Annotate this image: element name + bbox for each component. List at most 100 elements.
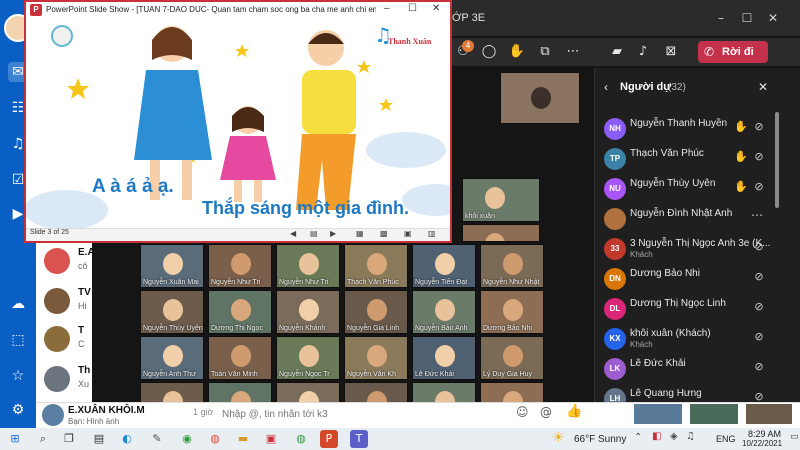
video-tile[interactable]: Nguyễn Thúy Uyên	[140, 290, 204, 334]
back-icon[interactable]: ‹	[604, 80, 608, 94]
edge-icon[interactable]: ◐	[118, 430, 136, 448]
more-options-icon[interactable]: ⋯	[748, 208, 766, 222]
chat-list-item[interactable]: TV Hi	[40, 284, 91, 320]
message-input[interactable]	[222, 404, 502, 424]
video-tile[interactable]: Nguyễn Như Nhật	[480, 244, 544, 288]
chat-list-item[interactable]: E.A cô	[40, 244, 95, 280]
leave-button[interactable]: ✆ Rời đi	[698, 41, 768, 63]
screenshot-icon[interactable]: ⬚	[8, 330, 28, 350]
camera-icon[interactable]: ▰	[606, 42, 628, 62]
video-tile-caption: khôi xuân	[465, 213, 495, 220]
video-tile[interactable]: Nguyễn Gia Linh	[344, 290, 408, 334]
next-slide-icon[interactable]: ▶	[330, 229, 336, 238]
video-tile[interactable]: Toàn Văn Minh	[208, 336, 272, 380]
video-tile[interactable]: Nguyễn Như Tri	[276, 244, 340, 288]
tray-chevron-icon[interactable]: ⌃	[634, 432, 642, 443]
chat-name[interactable]: E.XUÂN KHÔI.M	[68, 405, 145, 416]
widgets-icon[interactable]: ▤	[90, 430, 108, 448]
participant-row[interactable]: DN Dương Bảo Nhi ⊘	[600, 266, 778, 294]
participant-row[interactable]: DL Dương Thị Ngọc Linh ⊘	[600, 296, 778, 324]
video-tile[interactable]	[462, 224, 540, 242]
thumbnail[interactable]	[634, 404, 682, 424]
minimize-icon[interactable]: –	[712, 10, 730, 26]
cloud-icon[interactable]: ☁	[8, 294, 28, 314]
close-panel-icon[interactable]: ✕	[758, 80, 768, 94]
chrome-icon[interactable]: ◍	[206, 430, 224, 448]
powerpoint-taskbar-icon[interactable]: P	[320, 430, 338, 448]
participant-row[interactable]: Nguyễn Đình Nhật Anh ⋯	[600, 206, 778, 234]
clock-time[interactable]: 8:29 AM	[748, 429, 781, 439]
participant-row[interactable]: NH Nguyễn Thanh Huyền ✋ ⊘	[600, 116, 778, 144]
participant-row[interactable]: NU Nguyễn Thùy Uyên ✋ ⊘	[600, 176, 778, 204]
video-tile[interactable]: Nguyễn Bảo Anh	[412, 290, 476, 334]
normal-view-icon[interactable]: ▦	[356, 229, 364, 238]
app-icon[interactable]: ◉	[178, 430, 196, 448]
share-screen-icon[interactable]: ⊠	[660, 42, 682, 62]
video-tile[interactable]: Thạch Văn Phúc	[344, 244, 408, 288]
participant-name: Dương Bảo Nhi	[630, 268, 700, 279]
video-tile[interactable]: Nguyễn Xuân Mai	[140, 244, 204, 288]
participants-scrollbar[interactable]	[782, 68, 800, 404]
menu-icon[interactable]: ▤	[310, 229, 318, 238]
participant-row[interactable]: LK Lê Đức Khải ⊘	[600, 356, 778, 384]
star-icon[interactable]: ☆	[8, 366, 28, 386]
video-tile[interactable]: Nguyễn Như Tri	[208, 244, 272, 288]
chrome-icon[interactable]: ◍	[292, 430, 310, 448]
video-tile[interactable]: Nguyễn Ngọc Tr	[276, 336, 340, 380]
slideshow-icon[interactable]: ▥	[428, 229, 436, 238]
video-tile[interactable]: Lý Duy Gia Huy	[480, 336, 544, 380]
start-icon[interactable]: ⊞	[6, 430, 24, 448]
video-tile[interactable]: Nguyễn Anh Thư	[140, 336, 204, 380]
participant-row[interactable]: 33 3 Nguyễn Thị Ngọc Anh 3e (K... Khách ⊘	[600, 236, 778, 264]
ppt-close-icon[interactable]: ✕	[432, 3, 440, 14]
video-tile[interactable]: Nguyễn Văn Kh	[344, 336, 408, 380]
video-tile-caption: Lê Đức Khải	[415, 371, 454, 378]
clock-date[interactable]: 10/22/2021	[742, 439, 782, 448]
speaker-icon[interactable]: ♫	[686, 431, 695, 442]
network-icon[interactable]: ◈	[670, 431, 678, 442]
file-explorer-icon[interactable]: ▬	[234, 430, 252, 448]
video-tile[interactable]: Lê Đức Khải	[412, 336, 476, 380]
participant-row[interactable]: KX khôi xuân (Khách) Khách ⊘	[600, 326, 778, 354]
view-icon[interactable]: ⧉	[534, 42, 556, 62]
thumbnail[interactable]	[746, 404, 792, 424]
chat-list-item[interactable]: Th Xu	[40, 362, 90, 398]
slide-sorter-icon[interactable]: ▩	[380, 229, 388, 238]
emoji-icon[interactable]: ☺	[516, 405, 529, 419]
thumbnail[interactable]	[690, 404, 738, 424]
app-icon[interactable]: ✎	[148, 430, 166, 448]
people-count-badge: 4	[462, 40, 474, 52]
close-icon[interactable]: ✕	[764, 10, 782, 26]
participant-name: 3 Nguyễn Thị Ngọc Anh 3e (K...	[630, 238, 771, 249]
maximize-icon[interactable]: ☐	[738, 10, 756, 26]
weather-text[interactable]: 66°F Sunny	[574, 434, 626, 445]
task-view-icon[interactable]: ❐	[60, 430, 78, 448]
language-indicator[interactable]: ENG	[716, 434, 736, 444]
video-tile[interactable]: khôi xuân	[462, 178, 540, 222]
prev-slide-icon[interactable]: ◀	[290, 229, 296, 238]
notifications-icon[interactable]: ▭	[790, 432, 799, 442]
participant-face	[435, 299, 455, 321]
settings-icon[interactable]: ⚙	[8, 400, 28, 420]
ppt-maximize-icon[interactable]: ☐	[408, 3, 417, 14]
tray-app-icon[interactable]: ◧	[652, 431, 661, 442]
video-tile[interactable]: Dương Thị Ngọc	[208, 290, 272, 334]
mention-icon[interactable]: @	[540, 405, 552, 419]
chat-list-item[interactable]: T C	[40, 322, 90, 358]
search-icon[interactable]: ⌕	[34, 430, 52, 448]
raise-hand-icon[interactable]: ✋	[506, 42, 528, 62]
app-icon[interactable]: ▣	[262, 430, 280, 448]
more-icon[interactable]: ⋯	[562, 42, 584, 62]
thumbs-up-icon[interactable]: 👍	[566, 404, 582, 419]
reading-view-icon[interactable]: ▣	[404, 229, 412, 238]
video-tile[interactable]: Nguyễn Tiến Đạt	[412, 244, 476, 288]
participant-row[interactable]: TP Thạch Văn Phúc ✋ ⊘	[600, 146, 778, 174]
teams-taskbar-icon[interactable]: T	[350, 430, 368, 448]
video-tile-caption: Nguyễn Thúy Uyên	[143, 325, 203, 332]
chat-bubble-icon[interactable]: ◯	[478, 42, 500, 62]
video-tile-caption: Nguyễn Xuân Mai	[143, 279, 199, 286]
ppt-minimize-icon[interactable]: –	[384, 3, 390, 14]
microphone-icon[interactable]: ♪	[632, 42, 654, 62]
video-tile[interactable]: Nguyễn Khánh	[276, 290, 340, 334]
video-tile[interactable]: Dương Bảo Nhi	[480, 290, 544, 334]
